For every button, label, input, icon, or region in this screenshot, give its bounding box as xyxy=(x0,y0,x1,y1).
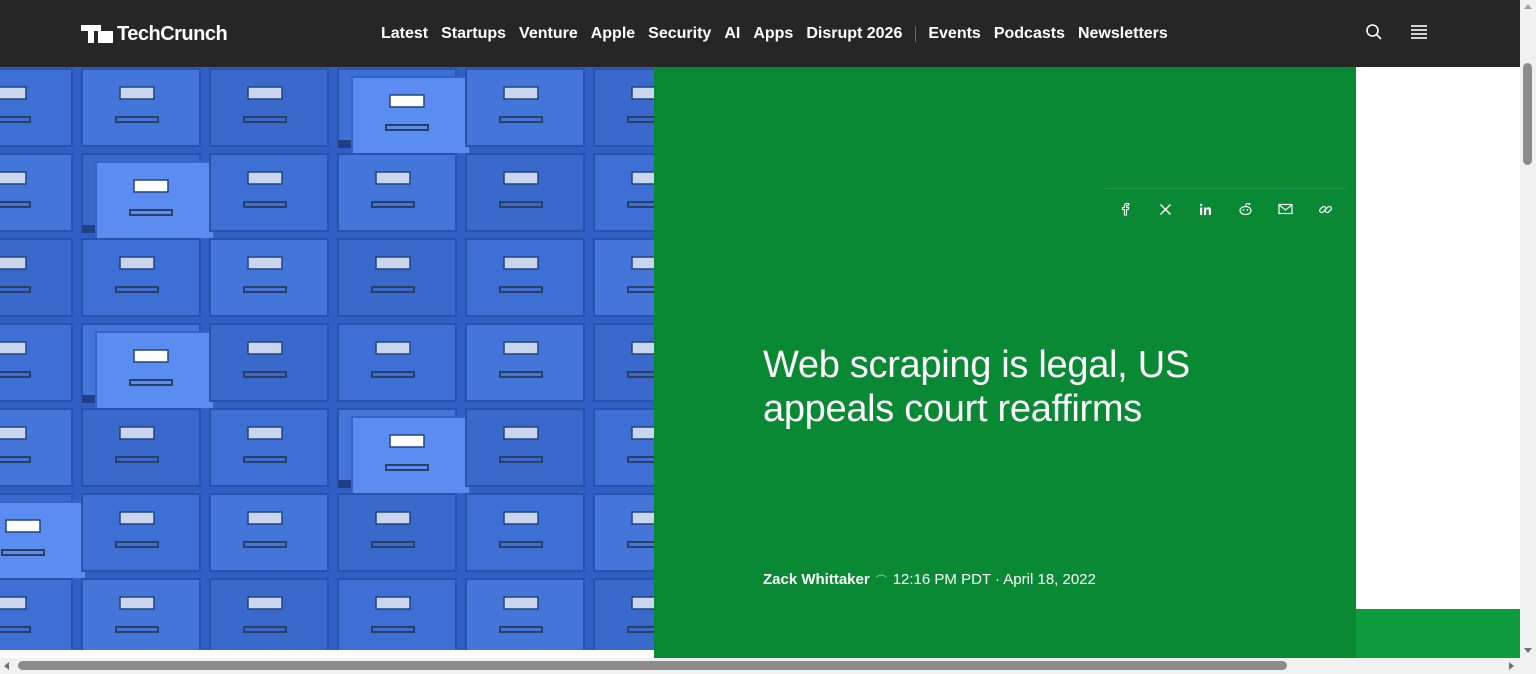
x-icon[interactable] xyxy=(1155,199,1175,219)
cabinet-drawer xyxy=(465,408,585,487)
hero-image-filing-cabinets xyxy=(0,67,654,650)
nav-item-ai[interactable]: AI xyxy=(724,25,740,43)
byline-separator-icon: ⌒ xyxy=(875,574,887,587)
cabinet-drawer xyxy=(209,323,329,402)
nav-item-disrupt[interactable]: Disrupt 2026 xyxy=(806,25,902,43)
cabinet-drawer xyxy=(465,68,585,147)
techcrunch-logo-icon xyxy=(81,25,113,43)
link-icon[interactable] xyxy=(1315,199,1335,219)
author-link[interactable]: Zack Whittaker xyxy=(763,571,870,588)
cabinet-drawer xyxy=(593,408,654,487)
top-nav-bar: TechCrunch Latest Startups Venture Apple… xyxy=(0,0,1520,67)
cabinet-drawer xyxy=(81,153,215,240)
article-title: Web scraping is legal, US appeals court … xyxy=(763,344,1190,430)
cabinet-drawer xyxy=(81,238,201,317)
nav-item-newsletters[interactable]: Newsletters xyxy=(1078,25,1168,43)
cabinet-drawer xyxy=(593,578,654,650)
cabinet-drawer xyxy=(593,323,654,402)
cabinet-drawer xyxy=(209,153,329,232)
cabinet-drawer xyxy=(209,493,329,572)
cabinet-drawer xyxy=(81,408,201,487)
nav-item-events[interactable]: Events xyxy=(928,25,980,43)
cabinet-drawer xyxy=(81,68,201,147)
nav-item-venture[interactable]: Venture xyxy=(519,25,578,43)
cabinet-drawer xyxy=(209,408,329,487)
cabinet-drawer xyxy=(593,68,654,147)
scroll-right-arrow-icon[interactable] xyxy=(1509,662,1514,670)
techcrunch-logo[interactable]: TechCrunch xyxy=(81,22,228,46)
cabinet-drawer xyxy=(593,493,654,572)
cabinet-drawer xyxy=(337,408,471,495)
cabinet-drawer xyxy=(209,238,329,317)
site-name: TechCrunch xyxy=(117,22,228,45)
filing-cabinets-illustration xyxy=(0,68,654,650)
cabinet-drawer xyxy=(81,578,201,650)
nav-item-apple[interactable]: Apple xyxy=(591,25,635,43)
vertical-scroll-thumb[interactable] xyxy=(1523,63,1532,165)
scroll-left-arrow-icon[interactable] xyxy=(4,662,9,670)
cabinet-drawer xyxy=(0,153,73,232)
cabinet-drawer xyxy=(465,493,585,572)
cabinet-drawer xyxy=(0,238,73,317)
cabinet-drawer xyxy=(0,578,73,650)
cabinet-drawer xyxy=(337,578,457,650)
cabinet-drawer xyxy=(593,153,654,232)
cabinet-drawer xyxy=(0,323,73,402)
facebook-icon[interactable] xyxy=(1115,199,1135,219)
cabinet-drawer xyxy=(465,238,585,317)
cabinet-drawer xyxy=(465,578,585,650)
cabinet-drawer xyxy=(0,493,87,580)
horizontal-scroll-thumb[interactable] xyxy=(18,661,1287,670)
reddit-icon[interactable] xyxy=(1235,199,1255,219)
cabinet-drawer xyxy=(209,68,329,147)
scroll-up-arrow-icon[interactable] xyxy=(1524,4,1532,9)
cabinet-drawer xyxy=(593,238,654,317)
nav-item-security[interactable]: Security xyxy=(648,25,711,43)
cabinet-drawer xyxy=(337,153,457,232)
email-icon[interactable] xyxy=(1275,199,1295,219)
cabinet-drawer xyxy=(209,578,329,650)
search-icon[interactable] xyxy=(1365,23,1385,43)
cabinet-drawer xyxy=(0,408,73,487)
article-byline: Zack Whittaker ⌒ 12:16 PM PDT · April 18… xyxy=(763,571,1096,588)
nav-item-startups[interactable]: Startups xyxy=(441,25,506,43)
cabinet-drawer xyxy=(337,238,457,317)
nav-item-apps[interactable]: Apps xyxy=(753,25,793,43)
cabinet-drawer xyxy=(337,493,457,572)
cabinet-drawer xyxy=(81,493,201,572)
cabinet-drawer xyxy=(465,323,585,402)
article-datetime: 12:16 PM PDT · April 18, 2022 xyxy=(892,571,1096,588)
cabinet-drawer xyxy=(337,323,457,402)
main-nav: Latest Startups Venture Apple Security A… xyxy=(381,22,1181,46)
nav-item-latest[interactable]: Latest xyxy=(381,25,428,43)
share-bar xyxy=(1105,188,1345,229)
cabinet-drawer xyxy=(465,153,585,232)
cabinet-drawer xyxy=(0,68,73,147)
nav-item-podcasts[interactable]: Podcasts xyxy=(994,25,1065,43)
cabinet-drawer xyxy=(81,323,215,410)
nav-divider xyxy=(915,26,917,42)
menu-icon[interactable] xyxy=(1410,23,1430,43)
accent-strip xyxy=(1356,609,1520,658)
linkedin-icon[interactable] xyxy=(1195,199,1215,219)
cabinet-drawer xyxy=(337,68,471,155)
scroll-down-arrow-icon[interactable] xyxy=(1524,648,1532,653)
